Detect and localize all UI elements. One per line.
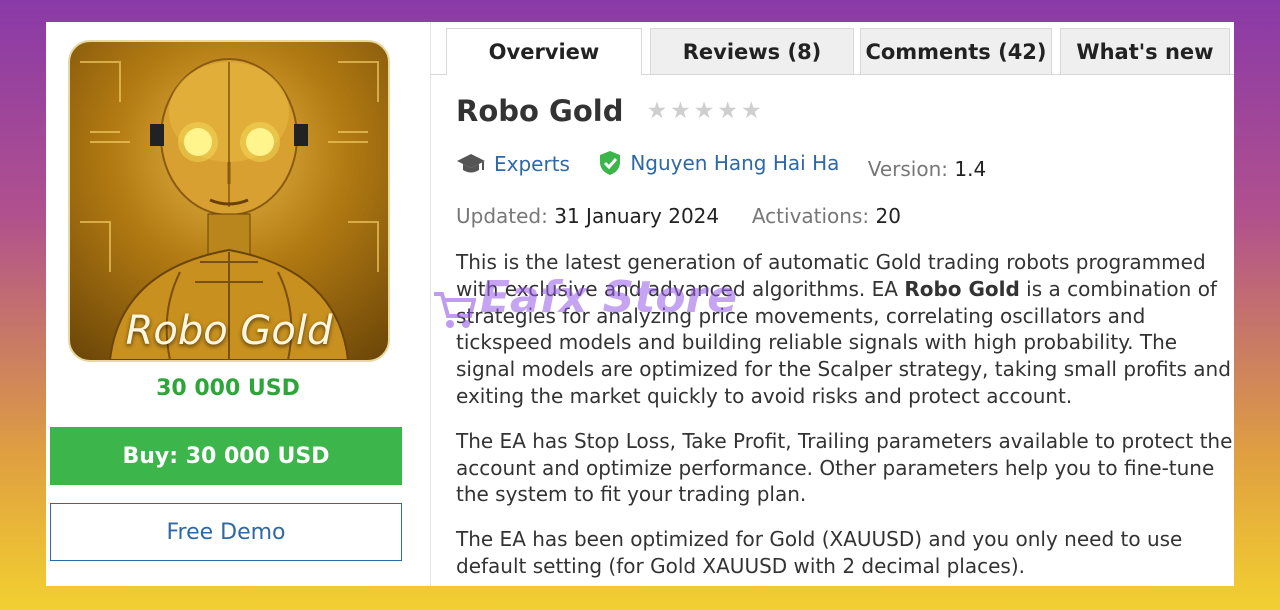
product-page: Robo Gold 30 000 USD Buy: 30 000 USD Fre… xyxy=(46,22,1234,586)
product-sidebar: Robo Gold 30 000 USD Buy: 30 000 USD Fre… xyxy=(46,22,431,586)
title-row: Robo Gold ★★★★★ xyxy=(456,94,765,134)
verified-shield-icon xyxy=(600,151,621,175)
buy-button[interactable]: Buy: 30 000 USD xyxy=(50,427,402,485)
cart-icon xyxy=(434,292,476,328)
rating-stars[interactable]: ★★★★★ xyxy=(647,98,765,124)
tab-comments[interactable]: Comments (42) xyxy=(860,28,1052,74)
version-label: Version: xyxy=(867,157,949,181)
category-link[interactable]: Experts xyxy=(456,152,570,176)
product-description: This is the latest generation of automat… xyxy=(456,249,1234,586)
description-paragraph-1: This is the latest generation of automat… xyxy=(456,249,1234,410)
category-label[interactable]: Experts xyxy=(494,152,570,176)
product-price: 30 000 USD xyxy=(156,376,300,401)
tab-overview[interactable]: Overview xyxy=(446,28,642,75)
description-paragraph-3: The EA has been optimized for Gold (XAUU… xyxy=(456,527,1183,578)
version-info: Version: 1.4 xyxy=(868,157,986,181)
updated-label: Updated: xyxy=(456,204,548,228)
description-paragraph-2: The EA has Stop Loss, Take Profit, Trail… xyxy=(456,428,1233,507)
version-value: 1.4 xyxy=(954,157,987,181)
tab-bar: Overview Reviews (8) Comments (42) What'… xyxy=(430,28,1234,75)
author-name[interactable]: Nguyen Hang Hai Ha xyxy=(630,151,839,175)
tab-reviews[interactable]: Reviews (8) xyxy=(650,28,854,74)
tab-whats-new[interactable]: What's new xyxy=(1060,28,1230,74)
product-image[interactable]: Robo Gold xyxy=(68,40,390,362)
activations-label: Activations: xyxy=(751,204,870,228)
description-bold-name: Robo Gold xyxy=(904,276,1020,301)
page-title: Robo Gold xyxy=(456,94,624,128)
activations-value: 20 xyxy=(875,204,901,228)
free-demo-button[interactable]: Free Demo xyxy=(50,503,402,561)
meta-row: Experts Nguyen Hang Hai Ha Version: 1.4 xyxy=(456,150,1008,181)
image-caption: Robo Gold xyxy=(125,308,333,354)
meta-row-updated: Updated: 31 January 2024 Activations: 20 xyxy=(456,204,901,228)
graduation-cap-icon xyxy=(457,154,485,173)
author-link[interactable]: Nguyen Hang Hai Ha xyxy=(598,150,839,176)
updated-value: 31 January 2024 xyxy=(554,204,720,228)
